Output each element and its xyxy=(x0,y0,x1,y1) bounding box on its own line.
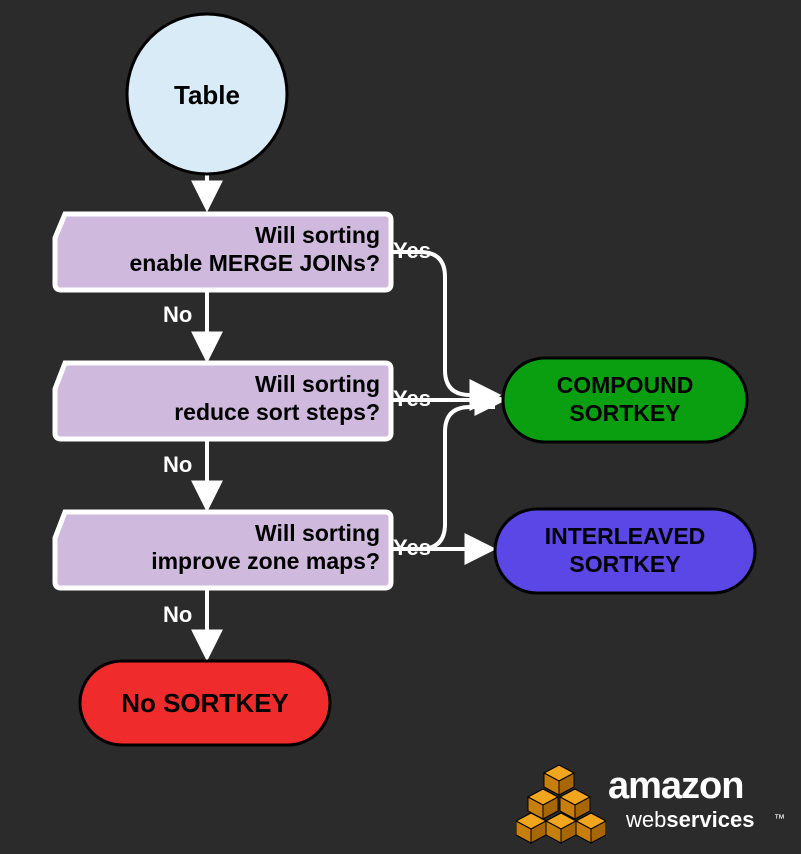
logo-tm: ™ xyxy=(774,813,785,825)
q3-text: Will sortingimprove zone maps? xyxy=(100,520,380,575)
none-text: No SORTKEY xyxy=(80,688,330,719)
edge-q3-no: No xyxy=(163,602,192,628)
q1-text: Will sortingenable MERGE JOINs? xyxy=(100,222,380,277)
aws-cubes-icon xyxy=(516,759,606,849)
start-label: Table xyxy=(77,80,337,111)
edge-q2-no: No xyxy=(163,452,192,478)
q2-text: Will sortingreduce sort steps? xyxy=(100,371,380,426)
interleaved-text: INTERLEAVEDSORTKEY xyxy=(495,523,755,578)
logo-text-amazon: amazon xyxy=(608,765,743,808)
edge-q1-no: No xyxy=(163,302,192,328)
compound-text: COMPOUNDSORTKEY xyxy=(495,372,755,427)
logo-text-webservices: webservices xyxy=(626,807,754,833)
edge-q2-yes: Yes xyxy=(393,386,431,412)
edge-q3-yes: Yes xyxy=(393,535,431,561)
edge-q1-yes: Yes xyxy=(393,238,431,264)
aws-logo: amazon webservices ™ xyxy=(516,759,796,849)
